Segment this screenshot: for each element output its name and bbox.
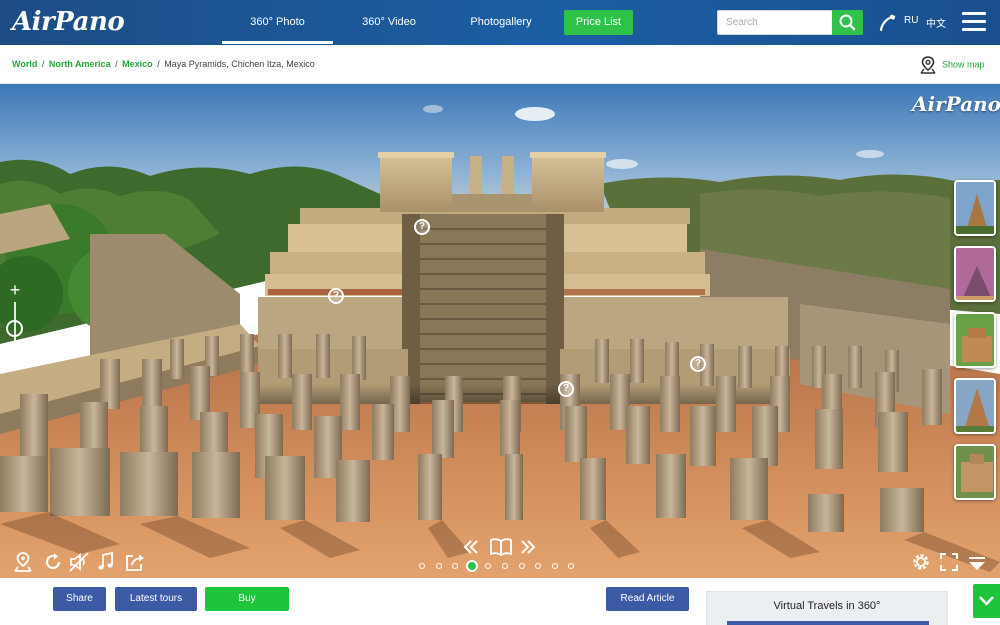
breadcrumb-separator: / [157, 59, 160, 69]
lang-zh[interactable]: 中文 [926, 15, 946, 30]
virtual-travels-panel[interactable]: Virtual Travels in 360° [706, 591, 948, 625]
scroll-down-button[interactable] [973, 584, 1000, 618]
breadcrumb-link-mexico[interactable]: Mexico [122, 59, 153, 69]
app-root: AirPano 360° Photo 360° Video Photogalle… [0, 0, 1000, 625]
pagination-dot[interactable] [435, 563, 442, 569]
info-hotspot[interactable]: ? [558, 381, 574, 397]
breadcrumb-current: Maya Pyramids, Chichen Itza, Mexico [164, 59, 315, 69]
pagination-dot[interactable] [518, 563, 525, 569]
map-pin-icon [920, 56, 936, 74]
lang-ru[interactable]: RU [904, 15, 918, 26]
breadcrumb-separator: / [115, 59, 118, 69]
music-icon[interactable] [95, 551, 117, 573]
panorama-thumbnail[interactable] [954, 180, 996, 236]
panorama-thumbnail[interactable] [954, 444, 996, 500]
bottom-bar: Share Latest tours Buy Read Article Virt… [0, 578, 1000, 625]
breadcrumb-separator: / [41, 59, 45, 69]
panorama-image[interactable] [0, 84, 1000, 578]
zoom-slider-handle[interactable] [6, 320, 23, 337]
search-button[interactable] [832, 10, 863, 35]
tab-360-video[interactable]: 360° Video [336, 0, 442, 45]
share-button[interactable]: Share [53, 587, 106, 611]
phone-icon[interactable] [877, 13, 897, 33]
tab-photogallery[interactable]: Photogallery [448, 0, 554, 45]
map-pin-icon[interactable] [12, 551, 34, 573]
chevron-down-icon [979, 596, 994, 606]
sound-off-icon[interactable] [68, 551, 90, 573]
settings-icon[interactable] [910, 551, 932, 573]
latest-tours-button[interactable]: Latest tours [115, 587, 197, 611]
pagination-dot[interactable] [502, 563, 508, 569]
pagination-dot-active[interactable] [465, 560, 478, 572]
rotate-icon[interactable] [42, 551, 64, 573]
read-article-button[interactable]: Read Article [606, 587, 689, 611]
buy-button[interactable]: Buy [205, 587, 289, 611]
top-nav: AirPano 360° Photo 360° Video Photogalle… [0, 0, 1000, 45]
search-icon [839, 14, 856, 31]
panorama-watermark: AirPano [912, 92, 1000, 116]
virtual-travels-title: Virtual Travels in 360° [773, 600, 881, 612]
panorama-thumbnail[interactable] [954, 246, 996, 302]
breadcrumb: World / North America / Mexico / Maya Py… [12, 59, 315, 69]
fullscreen-icon[interactable] [938, 551, 960, 573]
book-icon[interactable] [489, 536, 513, 558]
price-list-button[interactable]: Price List [564, 10, 633, 35]
panorama-thumbnail[interactable] [954, 378, 996, 434]
panorama-thumbnail[interactable] [954, 312, 996, 368]
info-hotspot[interactable]: ? [414, 219, 430, 235]
double-chevron-left-icon[interactable] [461, 537, 481, 557]
panorama-thumbnail-strip [950, 176, 1000, 516]
triangle-down-icon[interactable] [966, 553, 988, 575]
info-hotspot[interactable]: ? [328, 288, 344, 304]
share-icon[interactable] [124, 551, 146, 573]
zoom-control: + − [4, 281, 26, 378]
panorama-viewer[interactable]: AirPano ? ? ? ? + − [0, 84, 1000, 578]
site-logo[interactable]: AirPano [12, 7, 125, 37]
double-chevron-right-icon[interactable] [518, 537, 538, 557]
pagination-dot[interactable] [419, 563, 425, 569]
virtual-travels-banner[interactable] [727, 621, 929, 625]
breadcrumb-link-world[interactable]: World [12, 59, 37, 69]
info-hotspot[interactable]: ? [690, 356, 706, 372]
zoom-in-button[interactable]: + [6, 281, 24, 300]
breadcrumb-bar: World / North America / Mexico / Maya Py… [0, 45, 1000, 84]
pagination-dot[interactable] [551, 563, 558, 569]
tab-360-photo[interactable]: 360° Photo [222, 0, 333, 45]
zoom-out-button[interactable]: − [6, 356, 24, 376]
hamburger-menu-icon[interactable] [962, 12, 986, 32]
show-map-label: Show map [942, 59, 985, 70]
show-map-link[interactable]: Show map [920, 56, 985, 74]
search-input[interactable] [717, 10, 833, 35]
breadcrumb-link-north-america[interactable]: North America [49, 59, 111, 69]
